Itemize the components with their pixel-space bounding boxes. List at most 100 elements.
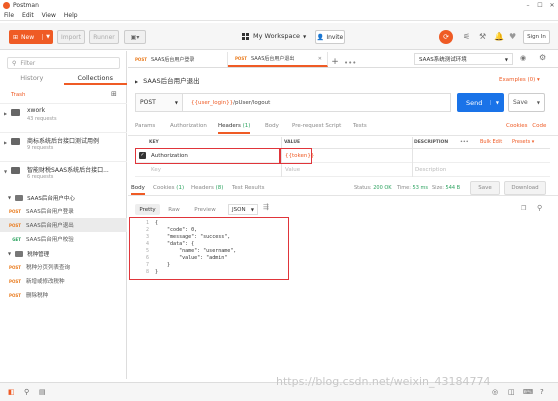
- request-item[interactable]: POST 税种分页列表查询: [0, 260, 127, 274]
- tab-headers[interactable]: Headers (1): [218, 123, 251, 134]
- chevron-down-icon[interactable]: ▼: [42, 34, 53, 40]
- layout-icon[interactable]: ◫: [508, 388, 515, 396]
- tab-test-results[interactable]: Test Results: [232, 185, 264, 191]
- format-pretty[interactable]: Pretty: [135, 204, 160, 215]
- workspace-switcher[interactable]: My Workspace ▼: [242, 32, 306, 40]
- menu-file[interactable]: File: [4, 12, 14, 19]
- time-label: Time:: [397, 185, 411, 191]
- code-link[interactable]: Code: [532, 123, 546, 129]
- method-select[interactable]: POST ▼: [135, 93, 183, 112]
- wrap-lines-icon[interactable]: ⇶: [263, 203, 269, 211]
- tab-label: SAAS后台用户登录: [150, 57, 195, 63]
- import-button[interactable]: Import: [57, 30, 85, 44]
- method-badge: POST: [9, 292, 21, 298]
- search-icon[interactable]: ⚲: [537, 204, 542, 212]
- value-field[interactable]: Value: [285, 167, 300, 173]
- wrench-icon[interactable]: ⚒: [479, 32, 486, 41]
- toolbar: ⊞ New ▼ Import Runner ▣▾ My Workspace ▼ …: [0, 23, 558, 50]
- eye-icon[interactable]: ◉: [520, 54, 526, 62]
- location-icon[interactable]: ◎: [492, 388, 498, 396]
- help-icon[interactable]: ?: [540, 388, 544, 396]
- tab-authorization[interactable]: Authorization: [170, 123, 207, 129]
- request-item[interactable]: GET SAAS后台用户校验: [0, 232, 127, 246]
- request-item[interactable]: POST 删除税种: [0, 288, 127, 302]
- menu-help[interactable]: Help: [64, 12, 78, 19]
- tab-collections[interactable]: Collections: [63, 72, 127, 85]
- console-icon[interactable]: ▤: [39, 388, 46, 396]
- collection-item[interactable]: ▶ 商标系统后台接口测试用例 9 requests: [0, 132, 127, 154]
- save-response-button[interactable]: Save: [470, 181, 500, 195]
- bell-icon[interactable]: 🔔: [494, 32, 504, 41]
- collection-item[interactable]: ▼ 智能财税SAAS系统后台接口... 6 requests: [0, 161, 127, 183]
- folder-item[interactable]: ▼ SAAS后台用户中心: [0, 191, 127, 204]
- chevron-down-icon[interactable]: ▼: [537, 100, 540, 105]
- headers-count: (8): [215, 185, 224, 191]
- request-item[interactable]: POST SAAS后台用户退出: [0, 218, 127, 232]
- satellite-icon[interactable]: ⚟: [463, 32, 470, 41]
- highlight-box: [280, 148, 312, 164]
- new-label: New: [21, 33, 35, 41]
- request-title[interactable]: ▶ SAAS后台用户退出: [135, 75, 200, 85]
- close-window-button[interactable]: ✕: [546, 2, 558, 9]
- maximize-button[interactable]: ☐: [534, 2, 546, 9]
- chevron-down-icon[interactable]: ▼: [489, 100, 504, 105]
- tab-history[interactable]: History: [0, 72, 64, 85]
- sign-in-button[interactable]: Sign In: [523, 30, 550, 44]
- trash-link[interactable]: Trash: [11, 92, 26, 98]
- new-collection-icon[interactable]: ⊞: [111, 90, 117, 98]
- cookies-link[interactable]: Cookies: [506, 123, 528, 129]
- environment-select[interactable]: SAAS系统测试环境 ▼: [414, 53, 513, 65]
- key-field[interactable]: Key: [151, 167, 161, 173]
- tab-response-body[interactable]: Body: [131, 185, 145, 195]
- filter-input[interactable]: ⚲ Filter: [7, 57, 120, 69]
- save-button[interactable]: Save ▼: [508, 93, 545, 112]
- sidebar-toggle-icon[interactable]: ◧: [8, 388, 15, 396]
- runner-button[interactable]: Runner: [89, 30, 119, 44]
- menu-edit[interactable]: Edit: [22, 12, 34, 19]
- close-icon[interactable]: ✕: [318, 56, 322, 62]
- request-item[interactable]: POST 新增或修改税种: [0, 274, 127, 288]
- gear-icon[interactable]: ⚙: [539, 53, 546, 62]
- collection-item[interactable]: ▶ xwork 43 requests: [0, 103, 127, 125]
- description-field[interactable]: Description: [415, 167, 446, 173]
- tab-response-cookies[interactable]: Cookies (1): [153, 185, 184, 191]
- more-icon[interactable]: •••: [460, 140, 469, 145]
- new-button[interactable]: ⊞ New ▼: [9, 30, 53, 44]
- invite-button[interactable]: 👤 Invite: [315, 30, 345, 44]
- folder-item[interactable]: ▼ 税种管理: [0, 247, 127, 260]
- tab-prerequest[interactable]: Pre-request Script: [292, 123, 341, 129]
- more-icon[interactable]: •••: [344, 59, 356, 67]
- download-button[interactable]: Download: [504, 181, 546, 195]
- tab-params[interactable]: Params: [135, 123, 155, 129]
- cookies-label: Cookies: [153, 185, 175, 191]
- menu-view[interactable]: View: [42, 12, 56, 19]
- sync-icon[interactable]: ⟳: [439, 30, 453, 44]
- presets-dropdown[interactable]: Presets ▾: [512, 139, 534, 145]
- request-tab[interactable]: POST SAAS后台用户退出 ✕: [228, 52, 328, 67]
- send-button[interactable]: Send ▼: [457, 93, 504, 112]
- key-column-header: KEY: [149, 140, 159, 145]
- tab-tests[interactable]: Tests: [353, 123, 367, 129]
- description-column-header: DESCRIPTION: [414, 140, 449, 145]
- heart-icon[interactable]: ♥: [509, 32, 516, 41]
- tab-response-headers[interactable]: Headers (8): [191, 185, 223, 191]
- format-raw[interactable]: Raw: [164, 204, 184, 215]
- keyboard-icon[interactable]: ⌨: [523, 388, 533, 396]
- format-preview[interactable]: Preview: [190, 204, 220, 215]
- search-icon[interactable]: ⚲: [24, 388, 29, 396]
- request-item[interactable]: POST SAAS后台用户登录: [0, 204, 127, 218]
- request-tab[interactable]: POST SAAS后台用户登录: [128, 52, 228, 67]
- examples-dropdown[interactable]: Examples (0) ▾: [499, 77, 540, 83]
- bulk-edit-link[interactable]: Bulk Edit: [480, 139, 502, 145]
- caret-down-icon: ▼: [8, 195, 12, 200]
- url-path: /pUser/logout: [233, 99, 271, 106]
- collection-name: 智能财税SAAS系统后台接口...: [27, 167, 109, 174]
- open-new-window-button[interactable]: ▣▾: [124, 30, 146, 44]
- copy-icon[interactable]: ❐: [521, 205, 526, 212]
- format-type-select[interactable]: JSON ▼: [228, 204, 258, 215]
- status-label: Status:: [354, 185, 372, 191]
- minimize-button[interactable]: –: [522, 2, 534, 9]
- url-input[interactable]: {{user_login}} /pUser/logout: [183, 93, 451, 112]
- tab-body[interactable]: Body: [265, 123, 279, 129]
- add-tab-button[interactable]: +: [328, 57, 342, 67]
